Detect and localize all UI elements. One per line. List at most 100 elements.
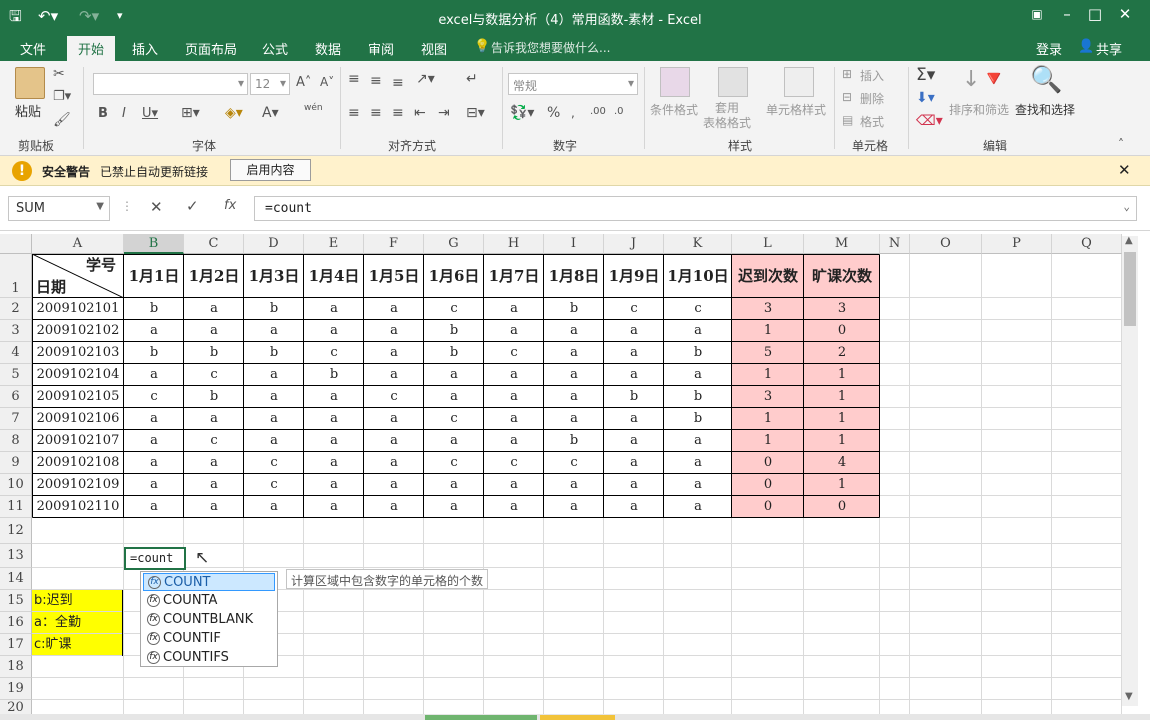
row-header-4[interactable]: 4 xyxy=(0,342,32,364)
attendance-cell[interactable]: a xyxy=(124,452,184,474)
attendance-cell[interactable]: a xyxy=(484,386,544,408)
row-header-5[interactable]: 5 xyxy=(0,364,32,386)
delete-cells-icon[interactable]: ⊟ xyxy=(842,90,852,104)
scroll-down-icon[interactable]: ▼ xyxy=(1125,691,1133,702)
format-cells-icon[interactable]: ▤ xyxy=(842,113,853,127)
attendance-cell[interactable]: a xyxy=(304,408,364,430)
attendance-cell[interactable]: a xyxy=(604,408,664,430)
conditional-format-icon[interactable] xyxy=(660,67,690,97)
fill-icon[interactable]: ⬇▾ xyxy=(916,90,935,106)
attendance-cell[interactable]: a xyxy=(184,408,244,430)
attendance-cell[interactable]: a xyxy=(604,496,664,518)
late-count-cell[interactable]: 1 xyxy=(732,364,804,386)
legend-cell[interactable]: a：全勤 xyxy=(32,612,122,634)
tell-me-icon[interactable]: 💡 xyxy=(474,39,490,54)
header-absent-cell[interactable]: 旷课次数 xyxy=(804,254,880,298)
attendance-cell[interactable]: a xyxy=(424,496,484,518)
attendance-cell[interactable]: b xyxy=(664,408,732,430)
header-day-cell[interactable]: 1月9日 xyxy=(604,254,664,298)
attendance-cell[interactable]: a xyxy=(484,298,544,320)
attendance-cell[interactable]: c xyxy=(484,452,544,474)
tell-me-search[interactable]: 告诉我您想要做什么... xyxy=(491,39,610,56)
student-id-cell[interactable]: 2009102102 xyxy=(32,320,124,342)
column-header-a[interactable]: A xyxy=(32,234,124,254)
header-day-cell[interactable]: 1月5日 xyxy=(364,254,424,298)
editing-cell[interactable]: =count xyxy=(124,547,186,570)
scrollbar-thumb[interactable] xyxy=(1124,252,1136,326)
column-header-c[interactable]: C xyxy=(184,234,244,254)
attendance-cell[interactable]: a xyxy=(544,408,604,430)
row-header-1[interactable]: 1 xyxy=(0,254,32,298)
attendance-cell[interactable]: a xyxy=(484,364,544,386)
student-id-cell[interactable]: 2009102103 xyxy=(32,342,124,364)
sort-filter-button[interactable]: 排序和筛选 xyxy=(949,101,1009,118)
insert-function-icon[interactable]: fx xyxy=(224,198,236,213)
absent-count-cell[interactable]: 2 xyxy=(804,342,880,364)
attendance-cell[interactable]: a xyxy=(664,452,732,474)
attendance-cell[interactable]: a xyxy=(424,386,484,408)
row-header-13[interactable]: 13 xyxy=(0,544,32,568)
absent-count-cell[interactable]: 3 xyxy=(804,298,880,320)
tab-data[interactable]: 数据 xyxy=(315,39,341,58)
autocomplete-item[interactable]: fx COUNT xyxy=(143,573,275,591)
search-icon[interactable]: 🔍 xyxy=(1030,65,1062,95)
maximize-icon[interactable]: □ xyxy=(1080,4,1110,24)
attendance-cell[interactable]: a xyxy=(424,364,484,386)
fill-color-icon[interactable]: ◈▾ xyxy=(225,105,243,121)
attendance-cell[interactable]: a xyxy=(124,364,184,386)
attendance-cell[interactable]: c xyxy=(244,452,304,474)
column-header-e[interactable]: E xyxy=(304,234,364,254)
row-header-14[interactable]: 14 xyxy=(0,568,32,590)
orientation-icon[interactable]: ↗▾ xyxy=(416,71,435,87)
underline-icon[interactable]: U▾ xyxy=(142,106,158,121)
late-count-cell[interactable]: 0 xyxy=(732,452,804,474)
student-id-cell[interactable]: 2009102101 xyxy=(32,298,124,320)
phonetic-icon[interactable]: wén xyxy=(304,103,323,113)
attendance-cell[interactable]: a xyxy=(604,430,664,452)
attendance-cell[interactable]: b xyxy=(424,342,484,364)
insert-cells-button[interactable]: 插入 xyxy=(860,67,884,84)
attendance-cell[interactable]: c xyxy=(304,342,364,364)
column-header-j[interactable]: J xyxy=(604,234,664,254)
column-header-b[interactable]: B xyxy=(124,234,184,254)
attendance-cell[interactable]: c xyxy=(424,452,484,474)
font-size-combo[interactable]: 12 ▾ xyxy=(250,73,290,95)
attendance-cell[interactable]: a xyxy=(364,430,424,452)
attendance-cell[interactable]: a xyxy=(184,298,244,320)
header-day-cell[interactable]: 1月3日 xyxy=(244,254,304,298)
legend-cell[interactable]: c:旷课 xyxy=(32,634,122,656)
column-header-q[interactable]: Q xyxy=(1052,234,1122,254)
attendance-cell[interactable]: a xyxy=(124,474,184,496)
late-count-cell[interactable]: 1 xyxy=(732,430,804,452)
attendance-cell[interactable]: c xyxy=(364,386,424,408)
borders-icon[interactable]: ⊞▾ xyxy=(181,105,200,121)
attendance-cell[interactable]: a xyxy=(244,386,304,408)
tab-review[interactable]: 审阅 xyxy=(368,39,394,58)
paste-button-label[interactable]: 粘贴 xyxy=(15,101,41,120)
column-header-k[interactable]: K xyxy=(664,234,732,254)
formula-input[interactable]: =count ⌄ xyxy=(254,196,1137,221)
attendance-cell[interactable]: a xyxy=(364,474,424,496)
attendance-cell[interactable]: a xyxy=(364,320,424,342)
attendance-cell[interactable]: a xyxy=(304,496,364,518)
late-count-cell[interactable]: 0 xyxy=(732,474,804,496)
student-id-cell[interactable]: 2009102104 xyxy=(32,364,124,386)
attendance-cell[interactable]: a xyxy=(304,298,364,320)
attendance-cell[interactable]: a xyxy=(364,364,424,386)
attendance-cell[interactable]: a xyxy=(484,496,544,518)
attendance-cell[interactable]: c xyxy=(664,298,732,320)
tab-insert[interactable]: 插入 xyxy=(132,39,158,58)
attendance-cell[interactable]: c xyxy=(184,430,244,452)
attendance-cell[interactable]: b xyxy=(124,342,184,364)
attendance-cell[interactable]: b xyxy=(664,386,732,408)
attendance-cell[interactable]: a xyxy=(244,408,304,430)
scroll-up-icon[interactable]: ▲ xyxy=(1125,235,1133,246)
attendance-cell[interactable]: c xyxy=(424,408,484,430)
conditional-format-button[interactable]: 条件格式 xyxy=(650,101,698,118)
cell-styles-icon[interactable] xyxy=(784,67,814,97)
header-late-cell[interactable]: 迟到次数 xyxy=(732,254,804,298)
format-as-table-button[interactable]: 套用 表格格式 xyxy=(703,101,751,131)
autocomplete-item[interactable]: fx COUNTIFS xyxy=(143,649,275,667)
late-count-cell[interactable]: 5 xyxy=(732,342,804,364)
select-all-corner[interactable] xyxy=(0,234,32,254)
